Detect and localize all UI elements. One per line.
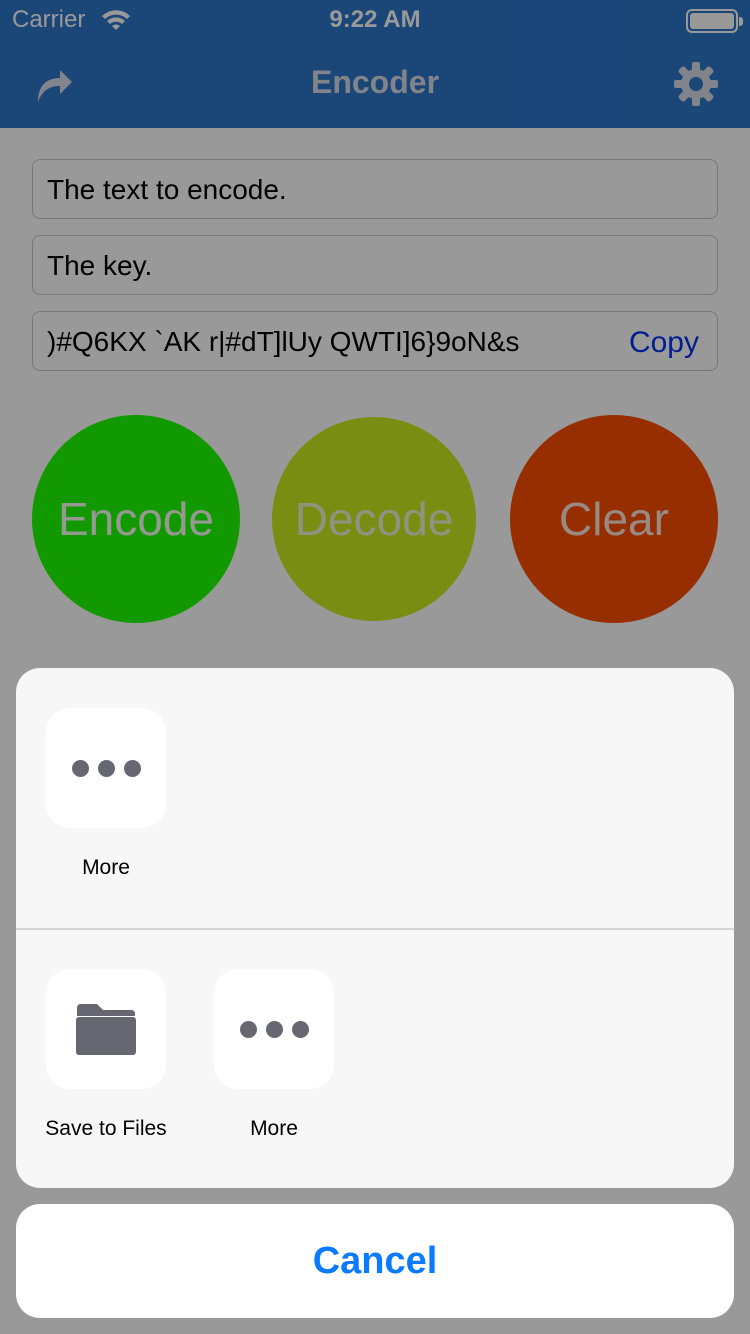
more-icon-box — [214, 969, 334, 1089]
share-tile-save-to-files[interactable]: Save to Files — [31, 969, 181, 1141]
folder-icon — [76, 1004, 136, 1055]
share-sheet-action-row: Save to Files More — [16, 930, 734, 1188]
folder-icon-box — [46, 969, 166, 1089]
share-sheet: More Save to Files More — [16, 668, 734, 1188]
share-tile-more-apps[interactable]: More — [31, 708, 181, 880]
share-sheet-app-row: More — [16, 668, 734, 928]
more-icon — [239, 1020, 309, 1038]
more-icon-box — [46, 708, 166, 828]
share-tile-more-actions[interactable]: More — [199, 969, 349, 1141]
share-tile-label: More — [82, 856, 130, 879]
share-tile-label: Save to Files — [45, 1117, 167, 1140]
more-icon — [71, 759, 141, 777]
share-tile-label: More — [250, 1117, 298, 1140]
cancel-button[interactable]: Cancel — [16, 1204, 734, 1318]
